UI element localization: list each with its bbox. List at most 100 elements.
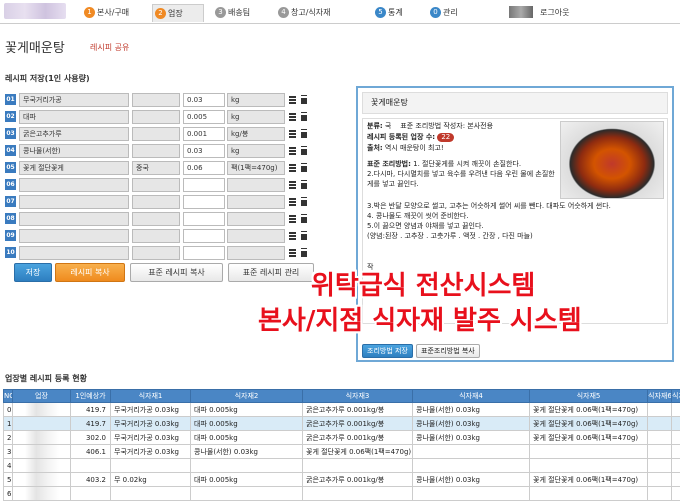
table-row[interactable]: 3406.1무국거리가공 0.03kg콩나물(서한) 0.03kg꽃게 절단꽃게… <box>4 445 680 459</box>
table-row[interactable]: 1419.7무국거리가공 0.03kg대파 0.005kg굵은고추가루 0.00… <box>4 417 680 431</box>
ingredient-name-field[interactable]: 꽃게 절단꽃게 <box>19 161 129 175</box>
unit-field[interactable]: 팩(1팩=470g) <box>227 161 285 175</box>
trash-icon[interactable] <box>301 164 307 172</box>
unit-field[interactable] <box>227 195 285 209</box>
origin-field[interactable]: 중국 <box>132 161 180 175</box>
quantity-input[interactable] <box>183 246 225 260</box>
ingredient-name-field[interactable] <box>19 246 129 260</box>
save-method-button[interactable]: 조리방법 저장 <box>362 344 413 358</box>
quantity-input[interactable] <box>183 195 225 209</box>
quantity-input[interactable]: 0.06 <box>183 161 225 175</box>
unit-field[interactable] <box>227 246 285 260</box>
list-icon[interactable] <box>289 147 296 155</box>
trash-icon[interactable] <box>301 232 307 240</box>
popup-title: 꽃게매운탕 <box>362 92 668 114</box>
ingredient-name-field[interactable] <box>19 178 129 192</box>
row-no: 6 <box>4 487 13 501</box>
origin-field[interactable] <box>132 246 180 260</box>
logout-link[interactable]: 로그아웃 <box>538 4 569 22</box>
col-price: 1인예상가 <box>71 390 111 403</box>
tab-delivery-team[interactable]: 3배송팀 <box>213 4 250 22</box>
unit-field[interactable]: kg <box>227 93 285 107</box>
save-button[interactable]: 저장 <box>14 263 52 282</box>
ingredient-name-field[interactable]: 굵은고추가루 <box>19 127 129 141</box>
row-number: 08 <box>5 213 16 224</box>
user-name <box>509 6 533 18</box>
quantity-input[interactable]: 0.001 <box>183 127 225 141</box>
trash-icon[interactable] <box>301 215 307 223</box>
list-icon[interactable] <box>289 96 296 104</box>
standard-recipe-manage-button[interactable]: 표준 레시피 관리 <box>228 263 314 282</box>
list-icon[interactable] <box>289 215 296 223</box>
col-ingredient-3: 식자재3 <box>303 390 413 403</box>
quantity-input[interactable]: 0.005 <box>183 110 225 124</box>
unit-field[interactable] <box>227 212 285 226</box>
ingredient-name-field[interactable]: 대파 <box>19 110 129 124</box>
unit-field[interactable] <box>227 229 285 243</box>
standard-recipe-copy-button[interactable]: 표준 레시피 복사 <box>130 263 223 282</box>
ingredient-cell: 대파 0.005kg <box>191 473 303 487</box>
trash-icon[interactable] <box>301 147 307 155</box>
list-icon[interactable] <box>289 181 296 189</box>
col-ingredient-4: 식자재4 <box>413 390 530 403</box>
unit-field[interactable]: kg/봉 <box>227 127 285 141</box>
origin-field[interactable] <box>132 93 180 107</box>
trash-icon[interactable] <box>301 96 307 104</box>
quantity-input[interactable] <box>183 229 225 243</box>
table-row[interactable]: 0419.7무국거리가공 0.03kg대파 0.005kg굵은고추가루 0.00… <box>4 403 680 417</box>
list-icon[interactable] <box>289 164 296 172</box>
row-no: 1 <box>4 417 13 431</box>
origin-field[interactable] <box>132 144 180 158</box>
ingredient-cell: 꽃게 절단꽃게 0.06팩(1팩=470g) <box>303 445 413 459</box>
quantity-input[interactable]: 0.03 <box>183 144 225 158</box>
list-icon[interactable] <box>289 198 296 206</box>
recipe-row: 06 <box>5 178 315 192</box>
recipe-copy-button[interactable]: 레시피 복사 <box>55 263 125 282</box>
list-icon[interactable] <box>289 130 296 138</box>
recipe-row: 05꽃게 절단꽃게중국0.06팩(1팩=470g) <box>5 161 315 175</box>
table-row[interactable]: 5403.2무 0.02kg대파 0.005kg굵은고추가루 0.001kg/봉… <box>4 473 680 487</box>
tab-site[interactable]: 2업장 <box>152 4 204 22</box>
origin-field[interactable] <box>132 195 180 209</box>
quantity-input[interactable]: 0.03 <box>183 93 225 107</box>
table-row[interactable]: 2302.0무국거리가공 0.03kg대파 0.005kg굵은고추가루 0.00… <box>4 431 680 445</box>
category-value: 국 <box>385 122 391 130</box>
ingredient-name-field[interactable] <box>19 229 129 243</box>
ingredient-name-field[interactable] <box>19 195 129 209</box>
trash-icon[interactable] <box>301 113 307 121</box>
share-recipe-link[interactable]: 레시피 공유 <box>90 42 129 53</box>
table-row[interactable]: 6 <box>4 487 680 501</box>
quantity-input[interactable] <box>183 178 225 192</box>
unit-field[interactable]: kg <box>227 144 285 158</box>
ingredient-cell <box>303 487 413 501</box>
trash-icon[interactable] <box>301 249 307 257</box>
origin-field[interactable] <box>132 127 180 141</box>
copy-standard-method-button[interactable]: 표준조리방법 복사 <box>416 344 480 358</box>
origin-field[interactable] <box>132 229 180 243</box>
table-row[interactable]: 4 <box>4 459 680 473</box>
list-icon[interactable] <box>289 113 296 121</box>
origin-field[interactable] <box>132 178 180 192</box>
origin-field[interactable] <box>132 212 180 226</box>
quantity-input[interactable] <box>183 212 225 226</box>
method-step-2: 2.다시마, 다시멸치를 넣고 육수를 우려낸 다음 우린 물에 손질한 게를 … <box>367 170 555 188</box>
tab-hq-purchase[interactable]: 1본사/구매 <box>82 4 129 22</box>
logo[interactable] <box>4 3 66 19</box>
tab-warehouse[interactable]: 4창고/식자재 <box>276 4 331 22</box>
ingredient-name-field[interactable] <box>19 212 129 226</box>
trash-icon[interactable] <box>301 130 307 138</box>
ingredient-cell <box>672 403 680 417</box>
source-line: 출처: 역시 매운탕이 최고! <box>367 143 444 153</box>
ingredient-name-field[interactable]: 콩나물(서한) <box>19 144 129 158</box>
origin-field[interactable] <box>132 110 180 124</box>
list-icon[interactable] <box>289 249 296 257</box>
list-icon[interactable] <box>289 232 296 240</box>
unit-field[interactable] <box>227 178 285 192</box>
tab-admin[interactable]: 0관리 <box>428 4 458 22</box>
overlay-subheadline: 본사/지점 식자재 발주 시스템 <box>258 300 582 337</box>
ingredient-name-field[interactable]: 무국거리가공 <box>19 93 129 107</box>
unit-field[interactable]: kg <box>227 110 285 124</box>
trash-icon[interactable] <box>301 181 307 189</box>
trash-icon[interactable] <box>301 198 307 206</box>
tab-statistics[interactable]: 5통계 <box>373 4 403 22</box>
